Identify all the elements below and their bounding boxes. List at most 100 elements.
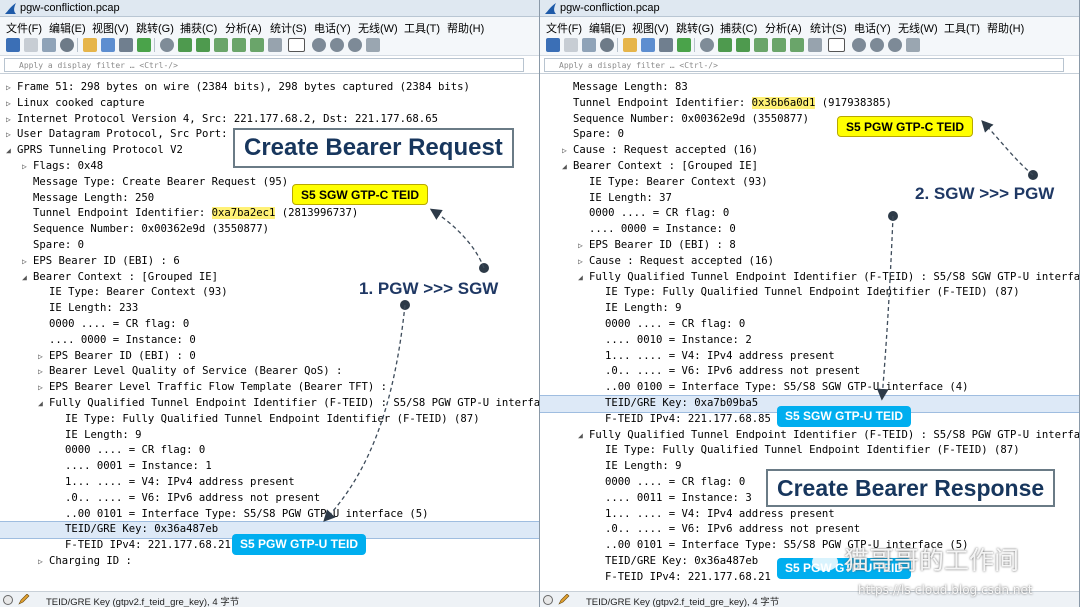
reload-file-icon[interactable] [137, 38, 151, 52]
colorize-icon[interactable] [288, 38, 305, 52]
tree-row[interactable]: IE Length: 9 [54, 428, 142, 444]
menu-file[interactable]: 文件(F) [546, 20, 582, 36]
menu-telephony[interactable]: 电话(Y) [314, 20, 351, 36]
edit-comment-icon[interactable] [558, 594, 570, 605]
zoom-out-icon[interactable] [330, 38, 344, 52]
expand-arrow-icon[interactable]: ▷ [578, 238, 589, 254]
tree-row[interactable]: F-TEID IPv4: 221.177.68.85 [594, 412, 771, 428]
expand-arrow-icon[interactable]: ▷ [562, 143, 573, 159]
tree-row[interactable]: 0000 .... = CR flag: 0 [594, 317, 745, 333]
reload-file-icon[interactable] [677, 38, 691, 52]
menu-wireless[interactable]: 无线(W) [898, 20, 938, 36]
menu-analyze[interactable]: 分析(A) [765, 20, 802, 36]
tree-row[interactable]: IE Length: 233 [38, 301, 138, 317]
tree-row[interactable]: IE Length: 9 [594, 459, 682, 475]
zoom-out-icon[interactable] [870, 38, 884, 52]
tree-row[interactable]: IE Type: Fully Qualified Tunnel Endpoint… [54, 412, 480, 428]
collapse-arrow-icon[interactable]: ◢ [6, 143, 17, 159]
tree-row[interactable]: IE Length: 37 [578, 191, 672, 207]
go-to-packet-icon[interactable] [214, 38, 228, 52]
tree-row[interactable]: ▷ EPS Bearer ID (EBI) : 8 [578, 238, 736, 254]
tree-row[interactable]: Message Length: 250 [22, 191, 154, 207]
menu-edit[interactable]: 编辑(E) [589, 20, 626, 36]
collapse-arrow-icon[interactable]: ◢ [22, 270, 33, 286]
open-file-icon[interactable] [623, 38, 637, 52]
stop-capture-icon[interactable] [24, 38, 38, 52]
menu-help[interactable]: 帮助(H) [447, 20, 484, 36]
tree-row[interactable]: ..00 0100 = Interface Type: S5/S8 SGW GT… [594, 380, 969, 396]
tree-row[interactable]: IE Type: Fully Qualified Tunnel Endpoint… [594, 443, 1020, 459]
menu-capture[interactable]: 捕获(C) [180, 20, 217, 36]
resize-columns-icon[interactable] [366, 38, 380, 52]
tree-row[interactable]: .0.. .... = V6: IPv6 address not present [594, 364, 860, 380]
tree-row[interactable]: ▷ Cause : Request accepted (16) [562, 143, 758, 159]
tree-row[interactable]: ▷ Internet Protocol Version 4, Src: 221.1… [6, 112, 438, 128]
tree-row[interactable]: ◢ Bearer Context : [Grouped IE] [22, 270, 218, 286]
tree-row[interactable]: Tunnel Endpoint Identifier: 0x36b6a0d1 (… [562, 96, 892, 112]
tree-row[interactable]: ▷ User Datagram Protocol, Src Port: [6, 127, 227, 143]
tree-row[interactable]: Sequence Number: 0x00362e9d (3550877) [562, 112, 809, 128]
expand-arrow-icon[interactable]: ▷ [22, 254, 33, 270]
menu-statistics[interactable]: 统计(S) [270, 20, 307, 36]
menu-view[interactable]: 视图(V) [632, 20, 669, 36]
tree-row[interactable]: IE Length: 9 [594, 301, 682, 317]
expand-arrow-icon[interactable]: ▷ [38, 349, 49, 365]
tree-row[interactable]: .0.. .... = V6: IPv6 address not present [594, 522, 860, 538]
zoom-in-icon[interactable] [312, 38, 326, 52]
expand-arrow-icon[interactable]: ▷ [6, 112, 17, 128]
menu-analyze[interactable]: 分析(A) [225, 20, 262, 36]
go-forward-icon[interactable] [736, 38, 750, 52]
tree-row[interactable]: .... 0000 = Instance: 0 [38, 333, 196, 349]
tree-row[interactable]: .... 0010 = Instance: 2 [594, 333, 752, 349]
tree-row[interactable]: 1... .... = V4: IPv4 address present [594, 507, 835, 523]
tree-row[interactable]: ◢ GPRS Tunneling Protocol V2 [6, 143, 183, 159]
menu-capture[interactable]: 捕获(C) [720, 20, 757, 36]
first-packet-icon[interactable] [232, 38, 246, 52]
colorize-icon[interactable] [828, 38, 845, 52]
menu-telephony[interactable]: 电话(Y) [854, 20, 891, 36]
tree-row[interactable]: IE Type: Bearer Context (93) [578, 175, 768, 191]
tree-row[interactable]: ▷ Charging ID : [38, 554, 132, 570]
tree-row[interactable]: ▷ Bearer Level Quality of Service (Bearer… [38, 364, 342, 380]
display-filter-input[interactable]: Apply a display filter … <Ctrl-/> [4, 58, 524, 72]
collapse-arrow-icon[interactable]: ◢ [38, 396, 49, 412]
tree-row[interactable]: F-TEID IPv4: 221.177.68.21 [594, 570, 771, 585]
tree-row[interactable]: ▷ Frame 51: 298 bytes on wire (2384 bits)… [6, 80, 470, 96]
tree-row[interactable]: ◢ Fully Qualified Tunnel Endpoint Identif… [578, 428, 1079, 444]
tree-row[interactable]: Tunnel Endpoint Identifier: 0xa7ba2ec1 (… [22, 206, 358, 222]
save-file-icon[interactable] [641, 38, 655, 52]
tree-row[interactable]: 1... .... = V4: IPv4 address present [594, 349, 835, 365]
tree-row[interactable]: 0000 .... = CR flag: 0 [594, 475, 745, 491]
autoscroll-icon[interactable] [808, 38, 822, 52]
tree-row[interactable]: .... 0001 = Instance: 1 [54, 459, 212, 475]
stop-capture-icon[interactable] [564, 38, 578, 52]
tree-row[interactable]: ▷ Cause : Request accepted (16) [578, 254, 774, 270]
tree-row[interactable]: 0000 .... = CR flag: 0 [38, 317, 189, 333]
tree-row[interactable]: Spare: 0 [562, 127, 624, 143]
tree-row[interactable]: Message Length: 83 [562, 80, 688, 96]
tree-row[interactable]: Sequence Number: 0x00362e9d (3550877) [22, 222, 269, 238]
tree-row[interactable]: Spare: 0 [22, 238, 84, 254]
collapse-arrow-icon[interactable]: ◢ [578, 270, 589, 286]
last-packet-icon[interactable] [250, 38, 264, 52]
tree-row[interactable]: .... 0000 = Instance: 0 [578, 222, 736, 238]
tree-row[interactable]: ◢ Bearer Context : [Grouped IE] [562, 159, 758, 175]
tree-row[interactable]: F-TEID IPv4: 221.177.68.21 [54, 538, 231, 554]
close-file-icon[interactable] [659, 38, 673, 52]
menu-statistics[interactable]: 统计(S) [810, 20, 847, 36]
go-back-icon[interactable] [718, 38, 732, 52]
tree-row[interactable]: ◢ Fully Qualified Tunnel Endpoint Identif… [578, 270, 1079, 286]
expand-arrow-icon[interactable]: ▷ [38, 364, 49, 380]
autoscroll-icon[interactable] [268, 38, 282, 52]
menu-help[interactable]: 帮助(H) [987, 20, 1024, 36]
display-filter-input[interactable]: Apply a display filter … <Ctrl-/> [544, 58, 1064, 72]
find-packet-icon[interactable] [700, 38, 714, 52]
tree-row[interactable]: Message Type: Create Bearer Request (95) [22, 175, 288, 191]
normal-size-icon[interactable] [348, 38, 362, 52]
menu-go[interactable]: 跳转(G) [136, 20, 174, 36]
go-forward-icon[interactable] [196, 38, 210, 52]
go-back-icon[interactable] [178, 38, 192, 52]
expert-info-icon[interactable] [543, 595, 553, 605]
menu-go[interactable]: 跳转(G) [676, 20, 714, 36]
tree-row[interactable]: .0.. .... = V6: IPv6 address not present [54, 491, 320, 507]
